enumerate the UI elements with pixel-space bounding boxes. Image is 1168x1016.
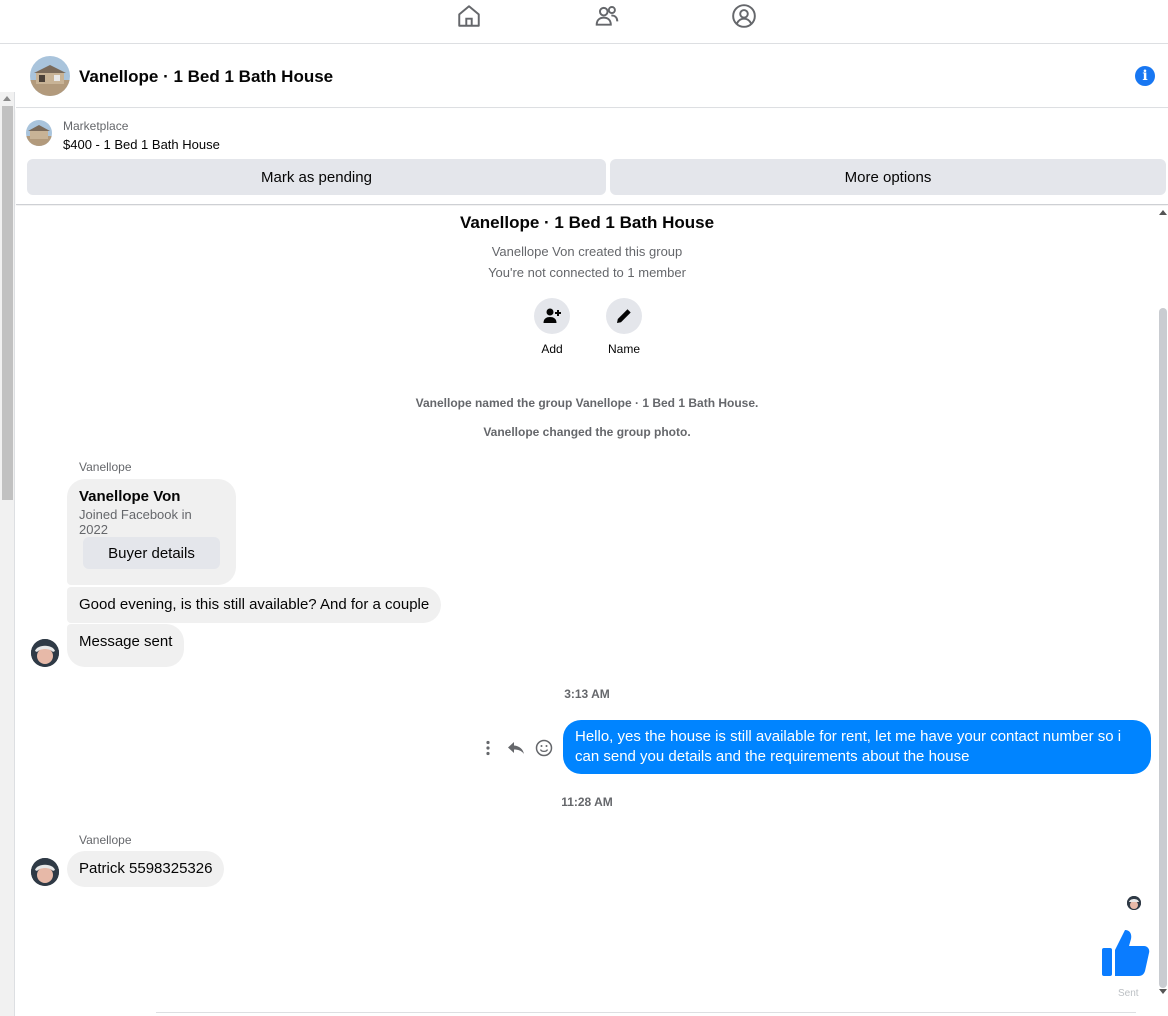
conversation-title[interactable]: Vanellope · 1 Bed 1 Bath House (79, 67, 333, 87)
name-label: Name (607, 342, 640, 356)
scroll-up-arrow-icon[interactable] (1159, 210, 1167, 215)
sender-avatar[interactable] (31, 858, 59, 886)
marketplace-listing-bar: Marketplace $400 - 1 Bed 1 Bath House Ma… (16, 109, 1168, 205)
group-photo-avatar[interactable] (30, 56, 70, 96)
message-bubble-incoming[interactable]: Good evening, is this still available? A… (67, 587, 442, 623)
group-title: Vanellope · 1 Bed 1 Bath House (459, 213, 715, 232)
pencil-icon[interactable] (606, 298, 642, 334)
scroll-up-arrow-icon[interactable] (3, 96, 11, 101)
system-message-photo: Vanellope changed the group photo. (483, 425, 691, 439)
page-scrollbar[interactable] (0, 92, 15, 1016)
conversation-scrollbar-thumb[interactable] (1159, 308, 1167, 988)
add-member-button[interactable]: Add (522, 298, 582, 356)
sent-label: Sent (1118, 988, 1139, 999)
timestamp: 3:13 AM (564, 687, 610, 701)
name-group-button[interactable]: Name (594, 298, 654, 356)
marketplace-label: Marketplace (63, 119, 129, 133)
message-bubble-incoming[interactable]: Message sent (67, 624, 185, 667)
friends-icon[interactable] (594, 3, 620, 29)
group-creator-text: Vanellope Von created this group (491, 244, 683, 259)
sender-avatar[interactable] (31, 639, 59, 667)
thumbs-up-icon[interactable] (1100, 926, 1154, 980)
chat-header: Vanellope · 1 Bed 1 Bath House i (16, 45, 1168, 108)
listing-title[interactable]: $400 - 1 Bed 1 Bath House (63, 137, 220, 152)
add-label: Add (541, 342, 563, 356)
info-icon[interactable]: i (1135, 66, 1155, 86)
home-icon[interactable] (456, 3, 482, 29)
composer-divider (156, 1012, 1136, 1016)
top-navigation (0, 0, 1168, 44)
buyer-details-button[interactable]: Buyer details (83, 537, 220, 569)
add-person-icon[interactable] (534, 298, 570, 334)
scrollbar-thumb[interactable] (2, 106, 13, 500)
message-bubble-incoming[interactable]: Patrick 5598325326 (67, 851, 225, 887)
connection-status-text: You're not connected to 1 member (488, 265, 686, 280)
buyer-joined-date: Joined Facebook in 2022 (79, 507, 192, 537)
sender-name: Vanellope (79, 833, 132, 847)
scroll-down-arrow-icon[interactable] (1159, 989, 1167, 994)
sender-name: Vanellope (79, 460, 132, 474)
mark-as-pending-button[interactable]: Mark as pending (27, 159, 606, 195)
read-receipt-avatar (1127, 896, 1141, 910)
message-bubble-outgoing[interactable]: Hello, yes the house is still available … (563, 720, 1151, 774)
buyer-profile-card: Vanellope Von Joined Facebook in 2022 Bu… (67, 479, 236, 585)
react-smiley-icon[interactable] (534, 738, 554, 758)
buyer-name: Vanellope Von (79, 488, 181, 505)
profile-icon[interactable] (731, 3, 757, 29)
listing-thumbnail[interactable] (26, 120, 52, 146)
conversation-scrollbar[interactable] (1158, 206, 1168, 1006)
timestamp: 11:28 AM (561, 795, 613, 809)
conversation-area[interactable]: Vanellope · 1 Bed 1 Bath House Vanellope… (16, 206, 1168, 1016)
reply-icon[interactable] (506, 738, 526, 758)
system-message-rename: Vanellope named the group Vanellope · 1 … (415, 396, 759, 410)
more-options-button[interactable]: More options (610, 159, 1166, 195)
more-vertical-icon[interactable] (478, 738, 498, 758)
